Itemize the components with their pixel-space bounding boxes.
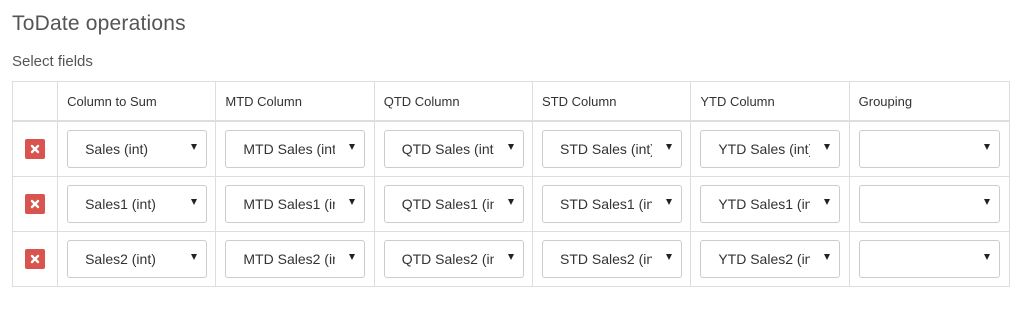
page-title: ToDate operations [12, 12, 186, 35]
table-row: Sales1 (int) MTD Sales1 (int) QTD Sales1… [11, 176, 1011, 232]
mtd-column-cell: MTD Sales1 (int) [215, 176, 375, 232]
qtd-column-select[interactable]: QTD Sales2 (int) [383, 240, 524, 278]
select-value: Sales1 (int) [85, 196, 156, 212]
header-grouping: Grouping [848, 81, 1011, 122]
select-value: QTD Sales (int) [401, 141, 494, 157]
grouping-select[interactable] [858, 130, 1000, 168]
caret-down-icon [983, 144, 990, 150]
caret-down-icon [666, 254, 673, 260]
table-row: Sales (int) MTD Sales (int) QTD Sales (i… [11, 120, 1011, 177]
caret-down-icon [349, 144, 356, 150]
delete-row-button[interactable] [25, 194, 45, 214]
std-column-cell: STD Sales1 (int) [532, 176, 692, 232]
column-to-sum-select[interactable]: Sales2 (int) [67, 240, 208, 278]
select-value: QTD Sales2 (int) [401, 251, 494, 267]
header-std-column: STD Column [532, 81, 692, 122]
grouping-select[interactable] [858, 185, 1000, 223]
header-qtd-column: QTD Column [373, 81, 534, 122]
std-column-cell: STD Sales2 (int) [532, 231, 692, 287]
caret-down-icon [824, 199, 831, 205]
mtd-column-cell: MTD Sales2 (int) [215, 231, 375, 287]
close-icon [30, 199, 40, 209]
column-to-sum-cell: Sales (int) [57, 120, 217, 177]
grouping-cell [848, 231, 1011, 287]
ytd-column-select[interactable]: YTD Sales2 (int) [700, 240, 841, 278]
select-value: STD Sales2 (int) [560, 251, 652, 267]
caret-down-icon [666, 144, 673, 150]
caret-down-icon [507, 254, 514, 260]
ytd-column-select[interactable]: YTD Sales (int) [700, 130, 841, 168]
grouping-cell [848, 176, 1011, 232]
std-column-cell: STD Sales (int) [532, 120, 692, 177]
std-column-select[interactable]: STD Sales1 (int) [542, 185, 683, 223]
caret-down-icon [507, 199, 514, 205]
select-value: Sales2 (int) [85, 251, 156, 267]
caret-down-icon [824, 144, 831, 150]
mtd-column-select[interactable]: MTD Sales2 (int) [225, 240, 366, 278]
action-cell [11, 120, 59, 177]
delete-row-button[interactable] [25, 139, 45, 159]
ytd-column-select[interactable]: YTD Sales1 (int) [700, 185, 841, 223]
qtd-column-cell: QTD Sales2 (int) [373, 231, 534, 287]
qtd-column-cell: QTD Sales1 (int) [373, 176, 534, 232]
column-to-sum-cell: Sales2 (int) [57, 231, 217, 287]
header-mtd-column: MTD Column [215, 81, 375, 122]
column-to-sum-select[interactable]: Sales1 (int) [67, 185, 208, 223]
grouping-cell [848, 120, 1011, 177]
select-value: YTD Sales2 (int) [718, 251, 810, 267]
select-value: MTD Sales1 (int) [243, 196, 335, 212]
table-header-row: Column to Sum MTD Column QTD Column STD … [11, 81, 1011, 122]
select-value: YTD Sales1 (int) [718, 196, 810, 212]
caret-down-icon [824, 254, 831, 260]
header-action [11, 81, 59, 122]
select-value: QTD Sales1 (int) [401, 196, 494, 212]
caret-down-icon [666, 199, 673, 205]
select-value: MTD Sales2 (int) [243, 251, 335, 267]
todate-operations-table: Column to Sum MTD Column QTD Column STD … [11, 81, 1011, 287]
select-value: STD Sales (int) [560, 141, 653, 157]
header-ytd-column: YTD Column [690, 81, 850, 122]
grouping-select[interactable] [858, 240, 1000, 278]
caret-down-icon [983, 254, 990, 260]
qtd-column-cell: QTD Sales (int) [373, 120, 534, 177]
action-cell [11, 176, 59, 232]
ytd-column-cell: YTD Sales1 (int) [690, 176, 850, 232]
caret-down-icon [983, 199, 990, 205]
table-row: Sales2 (int) MTD Sales2 (int) QTD Sales2… [11, 231, 1011, 287]
caret-down-icon [349, 199, 356, 205]
mtd-column-select[interactable]: MTD Sales1 (int) [225, 185, 366, 223]
caret-down-icon [507, 144, 514, 150]
select-value: Sales (int) [85, 141, 149, 157]
column-to-sum-cell: Sales1 (int) [57, 176, 217, 232]
mtd-column-select[interactable]: MTD Sales (int) [225, 130, 366, 168]
ytd-column-cell: YTD Sales (int) [690, 120, 850, 177]
select-value: STD Sales1 (int) [560, 196, 652, 212]
std-column-select[interactable]: STD Sales (int) [542, 130, 683, 168]
caret-down-icon [191, 254, 198, 260]
ytd-column-cell: YTD Sales2 (int) [690, 231, 850, 287]
select-value: YTD Sales (int) [718, 141, 811, 157]
delete-row-button[interactable] [25, 249, 45, 269]
qtd-column-select[interactable]: QTD Sales1 (int) [383, 185, 524, 223]
close-icon [30, 144, 40, 154]
qtd-column-select[interactable]: QTD Sales (int) [383, 130, 524, 168]
section-label: Select fields [12, 53, 93, 70]
caret-down-icon [349, 254, 356, 260]
caret-down-icon [191, 144, 198, 150]
header-column-to-sum: Column to Sum [57, 81, 217, 122]
column-to-sum-select[interactable]: Sales (int) [67, 130, 208, 168]
mtd-column-cell: MTD Sales (int) [215, 120, 375, 177]
close-icon [30, 254, 40, 264]
select-value: MTD Sales (int) [243, 141, 336, 157]
std-column-select[interactable]: STD Sales2 (int) [542, 240, 683, 278]
action-cell [11, 231, 59, 287]
caret-down-icon [191, 199, 198, 205]
